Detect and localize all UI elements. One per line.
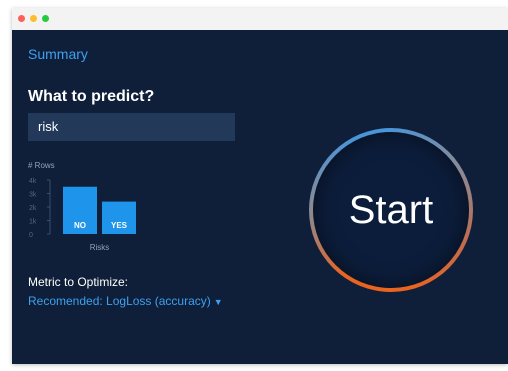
chart-ylabel: # Rows [28,161,55,170]
target-field[interactable]: risk [28,113,235,141]
rows-chart: # Rows 4k 3k 2k 1k 0 NO YES Risks [28,158,188,258]
chart-category-label: NO [74,221,86,230]
chart-ytick-label: 0 [29,232,33,239]
app-window: Summary What to predict? risk # Rows 4k 3k… [12,8,508,364]
title-bar [12,8,508,30]
chart-category-label: YES [111,221,128,230]
start-button-face: Start [313,132,469,288]
chart-ytick-label: 3k [29,192,37,199]
chart-ytick-label: 2k [29,205,37,212]
summary-heading[interactable]: Summary [28,46,88,62]
minimize-window-icon[interactable] [30,15,37,22]
maximize-window-icon[interactable] [42,15,49,22]
rows-chart-svg: # Rows 4k 3k 2k 1k 0 NO YES Risks [28,161,136,252]
predict-question: What to predict? [28,88,155,105]
metric-dropdown[interactable]: Recomended: LogLoss (accuracy) ▼ [28,294,223,308]
chart-xlabel: Risks [90,243,110,252]
start-button[interactable]: Start [309,128,473,292]
metric-value: Recomended: LogLoss (accuracy) [28,294,211,308]
chart-ytick-label: 1k [29,219,37,226]
start-button-label: Start [348,187,434,232]
main-panel: Summary What to predict? risk # Rows 4k 3k… [12,30,508,364]
metric-label: Metric to Optimize: [28,275,129,289]
caret-down-icon: ▼ [213,297,223,307]
chart-ytick-label: 4k [29,178,37,185]
close-window-icon[interactable] [18,15,25,22]
